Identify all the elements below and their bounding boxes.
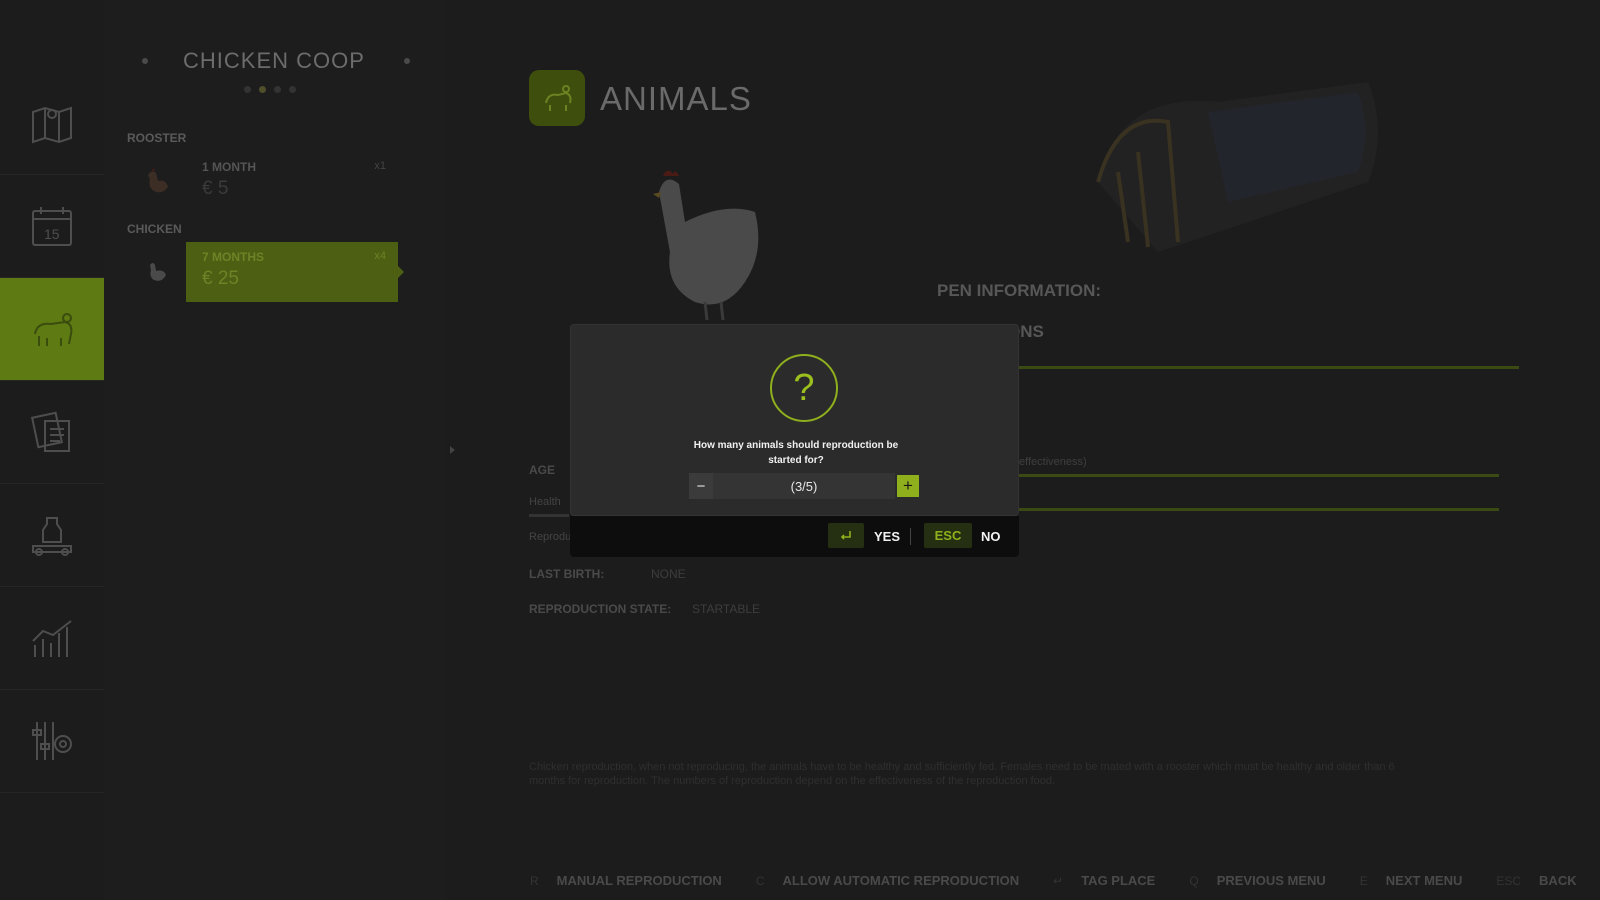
reproduction-state-label: REPRODUCTION STATE: <box>529 602 672 616</box>
pager-dot <box>289 86 296 93</box>
map-icon <box>32 106 72 144</box>
hint-key: R <box>530 873 539 888</box>
documents-icon <box>30 411 70 452</box>
animal-count: x1 <box>374 160 386 172</box>
menu-rail: 15 <box>0 72 110 793</box>
rail-contracts[interactable] <box>0 381 104 484</box>
animal-count: x4 <box>374 250 386 262</box>
increase-button[interactable]: + <box>897 475 919 497</box>
hint-auto-reproduction[interactable]: C ALLOW AUTOMATIC REPRODUCTION <box>756 873 1019 888</box>
hint-back[interactable]: ESC BACK <box>1496 873 1576 888</box>
animal-row-rooster[interactable]: 1 MONTH € 5 x1 <box>128 152 398 212</box>
game-screen: 15 CHICKEN COOP ROOSTER 1 MONTH € 5 x1 C… <box>0 0 1600 900</box>
animals-icon <box>545 85 572 111</box>
hint-tag-place[interactable]: ↵ TAG PLACE <box>1053 873 1155 888</box>
rail-production[interactable] <box>0 484 104 587</box>
coop-model-image <box>1096 82 1378 252</box>
animal-count-stepper: − (3/5) + <box>689 473 919 499</box>
hint-label: BACK <box>1539 873 1577 888</box>
section-chicken: CHICKEN <box>127 222 182 236</box>
question-icon: ? <box>770 354 838 422</box>
enter-icon <box>840 530 851 540</box>
pager-dot <box>244 86 251 93</box>
animal-row-chicken[interactable]: 7 MONTHS € 25 x4 <box>128 242 404 302</box>
hint-next-menu[interactable]: E NEXT MENU <box>1360 873 1463 888</box>
action-divider <box>910 528 911 545</box>
animal-price: € 25 <box>202 268 239 289</box>
hint-label: ALLOW AUTOMATIC REPRODUCTION <box>782 873 1020 888</box>
rail-statistics[interactable] <box>0 587 104 690</box>
health-bar <box>529 514 569 517</box>
chicken-thumbnail <box>128 242 186 302</box>
reproduction-dialog: ? How many animals should reproduction b… <box>570 324 1019 516</box>
reproduction-label: Reprodu <box>529 531 572 543</box>
last-birth-value: NONE <box>651 567 686 581</box>
animal-info: 7 MONTHS € 25 x4 <box>186 242 404 302</box>
hint-previous-menu[interactable]: Q PREVIOUS MENU <box>1189 873 1325 888</box>
dialog-question: How many animals should reproduction be … <box>693 440 899 466</box>
description-text: Chicken reproduction, when not reproduci… <box>529 761 1395 787</box>
health-label: Health <box>529 496 561 508</box>
animal-age: 7 MONTHS <box>202 250 265 264</box>
settings-icon <box>32 722 72 760</box>
no-button[interactable]: NO <box>981 529 1001 544</box>
animal-info: 1 MONTH € 5 x1 <box>186 152 398 212</box>
stepper-value: (3/5) <box>713 473 895 499</box>
hint-key: ESC <box>1496 873 1522 888</box>
rooster-icon <box>148 168 168 193</box>
rail-calendar[interactable]: 15 <box>0 175 104 278</box>
pen-information-heading: PEN INFORMATION: <box>937 281 1102 300</box>
dialog-actions: YES ESC NO <box>570 516 1019 557</box>
chart-icon <box>32 620 72 657</box>
hint-key: ↵ <box>1053 873 1064 888</box>
esc-key-button[interactable]: ESC <box>924 523 972 548</box>
next-coop-indicator[interactable] <box>404 58 410 64</box>
page-title: ANIMALS <box>600 80 752 117</box>
condition-bar-2 <box>1019 508 1499 511</box>
section-rooster: ROOSTER <box>127 131 187 145</box>
age-label: AGE <box>529 463 556 477</box>
hint-label: MANUAL REPRODUCTION <box>556 873 722 888</box>
effectiveness-label: effectiveness) <box>1019 456 1087 468</box>
rail-map[interactable] <box>0 72 104 175</box>
reproduction-state-value: STARTABLE <box>692 602 761 616</box>
animal-age: 1 MONTH <box>202 160 256 174</box>
coop-title: CHICKEN COOP <box>183 48 365 73</box>
hint-label: NEXT MENU <box>1385 873 1463 888</box>
selected-indicator <box>398 266 404 278</box>
rail-settings[interactable] <box>0 690 104 793</box>
effectiveness-bar <box>1019 474 1499 477</box>
input-hints-bar: R MANUAL REPRODUCTION C ALLOW AUTOMATIC RE… <box>530 873 1577 888</box>
condition-bar <box>1019 366 1519 369</box>
coop-pager <box>244 86 296 93</box>
enter-key-button[interactable] <box>828 523 864 548</box>
calendar-icon: 15 <box>32 207 72 246</box>
rail-animals[interactable] <box>0 278 110 381</box>
production-icon <box>32 517 72 556</box>
decrease-button[interactable]: − <box>689 473 713 499</box>
hint-manual-reproduction[interactable]: R MANUAL REPRODUCTION <box>530 873 722 888</box>
animal-list-panel: CHICKEN COOP ROOSTER 1 MONTH € 5 x1 CHIC… <box>104 0 444 900</box>
hint-key: E <box>1359 873 1368 888</box>
animals-header-icon <box>529 70 585 126</box>
hint-label: PREVIOUS MENU <box>1216 873 1326 888</box>
animals-icon <box>34 313 73 346</box>
scroll-arrow-icon <box>450 446 455 454</box>
svg-text:15: 15 <box>44 226 60 242</box>
chicken-icon <box>150 263 166 281</box>
hint-key: C <box>755 873 765 888</box>
hint-key: Q <box>1189 873 1199 888</box>
animal-price: € 5 <box>202 178 229 199</box>
yes-button[interactable]: YES <box>874 529 900 544</box>
hint-label: TAG PLACE <box>1081 873 1156 888</box>
last-birth-label: LAST BIRTH: <box>529 567 605 581</box>
pager-dot-active <box>259 86 266 93</box>
chicken-model-image <box>653 170 759 321</box>
pager-dot <box>274 86 281 93</box>
rooster-thumbnail <box>128 152 186 212</box>
